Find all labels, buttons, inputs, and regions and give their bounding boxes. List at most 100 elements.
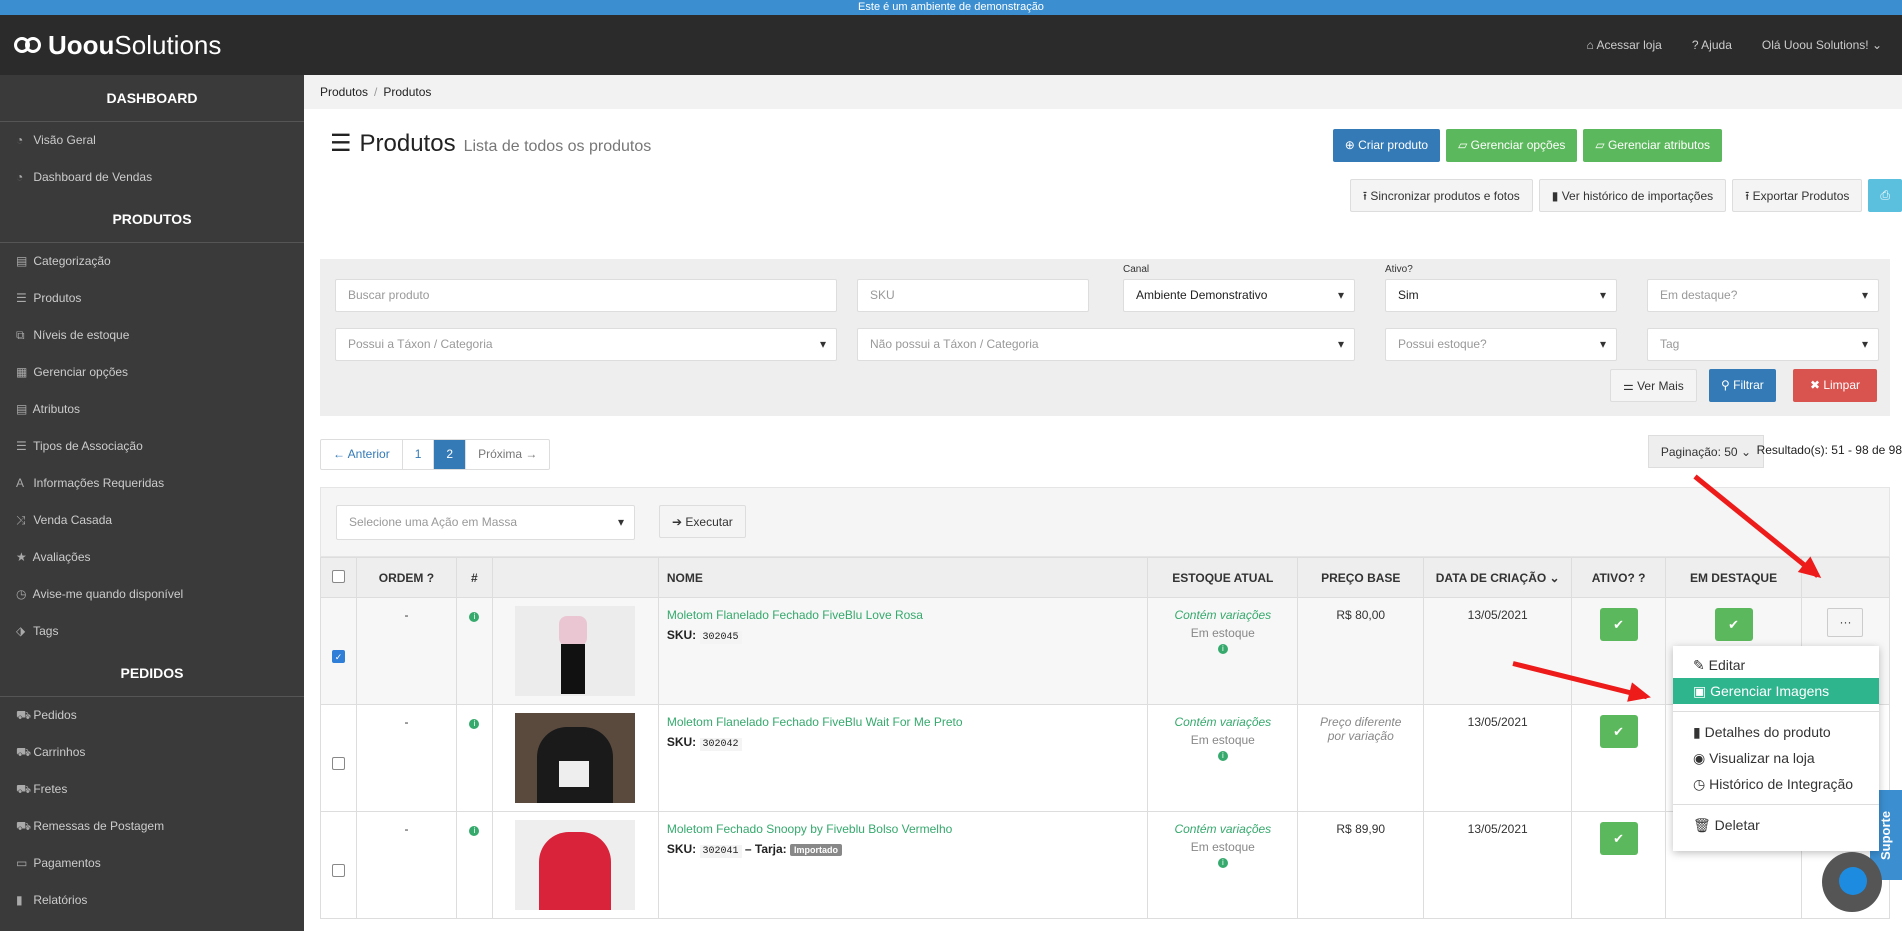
row-checkbox[interactable] — [331, 757, 345, 770]
store-link[interactable]: ⌂ Acessar loja — [1587, 38, 1662, 52]
active-toggle[interactable]: ✔ — [1599, 608, 1638, 641]
sync-products-button[interactable]: ⭱ Sincronizar produtos e fotos — [1349, 179, 1533, 212]
menu-edit[interactable]: ✎ Editar — [1673, 652, 1879, 678]
create-product-button[interactable]: ⊕ Criar produto — [1332, 129, 1441, 162]
sidebar-item-venda-casada[interactable]: ⤨ Venda Casada — [0, 502, 304, 539]
sidebar-item-categorizacao[interactable]: ▤ Categorização — [0, 243, 304, 280]
info-icon[interactable]: i — [469, 719, 480, 729]
ativo-label: Ativo? — [1385, 264, 1413, 275]
sidebar-item-avise-me[interactable]: ◷ Avise-me quando disponível — [0, 576, 304, 613]
sidebar-item-relatorios[interactable]: ▮ Relatórios — [0, 882, 304, 919]
eye-icon: ◉ — [1693, 750, 1710, 766]
sku-line: SKU: 302042 — [667, 735, 1148, 751]
sidebar-item-informacoes-requeridas[interactable]: A Informações Requeridas — [0, 465, 304, 502]
row-actions-menu: ✎ Editar ▣ Gerenciar Imagens ▮ Detalhes … — [1673, 646, 1879, 851]
sidebar-label: Pagamentos — [33, 856, 101, 870]
sidebar-item-remessas[interactable]: ⛟ Remessas de Postagem — [0, 808, 304, 845]
canal-select[interactable]: Ambiente Demonstrativo — [1123, 279, 1355, 312]
sidebar-item-pedidos[interactable]: ⛟ Pedidos — [0, 697, 304, 734]
table-row: ✓ - i Moletom Flanelado Fechado FiveBlu … — [320, 597, 1891, 705]
next-page[interactable]: Próxima → — [466, 440, 549, 469]
menu-manage-images[interactable]: ▣ Gerenciar Imagens — [1673, 678, 1879, 704]
page-1[interactable]: 1 — [403, 440, 435, 469]
info-icon[interactable]: i — [1217, 858, 1228, 868]
bulk-action-select[interactable]: Selecione uma Ação em Massa — [336, 505, 635, 540]
product-name-link[interactable]: Moletom Flanelado Fechado FiveBlu Wait F… — [667, 715, 1148, 729]
print-button[interactable]: ⎙ — [1868, 179, 1902, 212]
product-name-link[interactable]: Moletom Flanelado Fechado FiveBlu Love R… — [667, 608, 1148, 622]
sidebar-item-pagamentos[interactable]: ▭ Pagamentos — [0, 845, 304, 882]
pencil-icon: ✎ — [1693, 657, 1709, 673]
prev-page[interactable]: ← Anterior — [321, 440, 403, 469]
search-input[interactable]: Buscar produto — [335, 279, 837, 312]
ver-mais-button[interactable]: ⚌ Ver Mais — [1610, 369, 1697, 402]
breadcrumb-item[interactable]: Produtos — [320, 85, 368, 99]
filter-button[interactable]: ⚲ Filtrar — [1709, 369, 1776, 402]
stock-variations: Contém variações — [1174, 608, 1272, 622]
select-all-checkbox[interactable] — [331, 569, 345, 583]
page-size-dropdown[interactable]: Paginação: 50 ⌄ — [1647, 435, 1764, 468]
stock-select[interactable]: Possui estoque? — [1385, 328, 1617, 361]
truck-icon: ⛟ — [16, 782, 32, 796]
active-toggle[interactable]: ✔ — [1599, 822, 1638, 855]
row-select-cell — [320, 704, 357, 812]
sidebar-item-niveis-estoque[interactable]: ⧉ Níveis de estoque — [0, 317, 304, 354]
sidebar-item-produtos[interactable]: ☰ Produtos — [0, 280, 304, 317]
info-icon[interactable]: i — [469, 612, 480, 622]
info-icon[interactable]: i — [469, 826, 480, 836]
destaque-select[interactable]: Em destaque? — [1647, 279, 1879, 312]
logo[interactable]: Uoou Solutions — [14, 30, 221, 61]
featured-toggle[interactable]: ✔ — [1714, 608, 1753, 641]
question-icon: ? — [426, 570, 435, 585]
chat-button[interactable] — [1822, 852, 1882, 912]
sidebar-item-carrinhos[interactable]: ⛟ Carrinhos — [0, 734, 304, 771]
no-taxon-select[interactable]: Não possui a Táxon / Categoria — [857, 328, 1355, 361]
menu-product-details[interactable]: ▮ Detalhes do produto — [1673, 719, 1879, 745]
page-2[interactable]: 2 — [434, 440, 467, 469]
sidebar-item-gerenciar-opcoes[interactable]: ▦ Gerenciar opções — [0, 354, 304, 391]
sidebar-item-visao-geral[interactable]: ◔ Visão Geral — [0, 122, 304, 159]
import-history-button[interactable]: ▮ Ver histórico de importações — [1538, 179, 1727, 212]
col-order[interactable]: ORDEM ? — [355, 557, 457, 598]
row-checkbox[interactable]: ✓ — [331, 650, 345, 663]
active-toggle[interactable]: ✔ — [1599, 715, 1638, 748]
sidebar-item-atributos[interactable]: ▤ Atributos — [0, 391, 304, 428]
row-actions-button[interactable]: ··· — [1827, 608, 1864, 637]
sidebar-item-avaliacoes[interactable]: ★ Avaliações — [0, 539, 304, 576]
menu-integration-history[interactable]: ◷ Histórico de Integração — [1673, 771, 1879, 797]
taxon-select[interactable]: Possui a Táxon / Categoria — [335, 328, 837, 361]
col-date[interactable]: DATA DE CRIAÇÃO ⌄ — [1423, 557, 1573, 598]
sidebar-label: Carrinhos — [33, 745, 86, 759]
ativo-select[interactable]: Sim — [1385, 279, 1617, 312]
product-image[interactable] — [515, 606, 636, 696]
menu-view-in-store[interactable]: ◉ Visualizar na loja — [1673, 745, 1879, 771]
main-content: Produtos / Produtos ☰ Produtos Lista de to… — [304, 75, 1902, 931]
user-menu[interactable]: Olá Uoou Solutions! ⌄ — [1762, 38, 1882, 52]
export-products-button[interactable]: ⭱ Exportar Produtos — [1732, 179, 1863, 212]
sidebar-item-tags[interactable]: ⬗ Tags — [0, 613, 304, 650]
info-icon[interactable]: i — [1217, 751, 1228, 761]
page-title: Produtos — [359, 130, 456, 157]
sidebar-item-dashboard-vendas[interactable]: ◔ Dashboard de Vendas — [0, 159, 304, 196]
tag-select[interactable]: Tag — [1647, 328, 1879, 361]
sku-value: 302045 — [699, 631, 742, 644]
row-checkbox[interactable] — [331, 864, 345, 877]
info-icon[interactable]: i — [1217, 644, 1228, 654]
upload-icon: ⭱ — [1745, 189, 1753, 203]
clear-button[interactable]: ✖ Limpar — [1793, 369, 1877, 402]
product-image[interactable] — [515, 713, 636, 803]
manage-options-button[interactable]: ▱ Gerenciar opções — [1446, 129, 1578, 162]
top-bar: Uoou Solutions ⌂ Acessar loja ? Ajuda Olá… — [0, 15, 1902, 75]
sidebar-label: Remessas de Postagem — [33, 819, 165, 833]
execute-button[interactable]: ➔ Executar — [659, 505, 746, 538]
sidebar-item-fretes[interactable]: ⛟ Fretes — [0, 771, 304, 808]
sliders-icon: ⚌ — [1623, 379, 1638, 393]
menu-delete[interactable]: 🗑 Deletar — [1673, 812, 1879, 838]
home-icon: ⌂ — [1586, 38, 1597, 52]
product-name-link[interactable]: Moletom Fechado Snoopy by Fiveblu Bolso … — [667, 822, 1148, 836]
sidebar-item-tipos-associacao[interactable]: ☰ Tipos de Associação — [0, 428, 304, 465]
help-link[interactable]: ? Ajuda — [1692, 38, 1732, 52]
sku-input[interactable]: SKU — [857, 279, 1089, 312]
product-image[interactable] — [515, 820, 636, 910]
manage-attributes-button[interactable]: ▱ Gerenciar atributos — [1583, 129, 1722, 162]
